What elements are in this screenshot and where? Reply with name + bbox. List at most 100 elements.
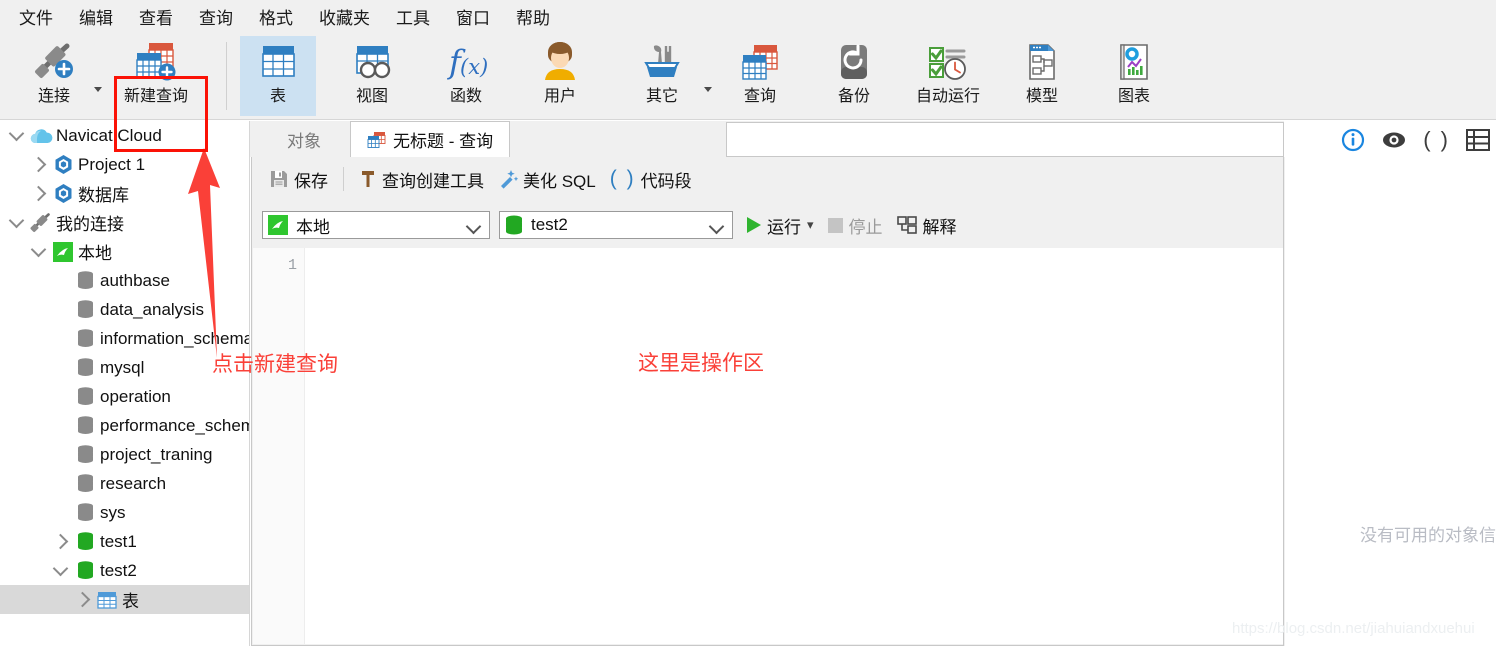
grid-icon[interactable]	[1466, 129, 1490, 151]
ribbon-button-others[interactable]: 其它	[624, 36, 700, 116]
tree-item-label: test2	[98, 561, 137, 581]
query-builder-button[interactable]: 查询创建工具	[352, 164, 491, 195]
tree-item-label: 数据库	[76, 181, 129, 206]
chevron-down-icon[interactable]	[50, 556, 72, 585]
cloud-icon	[28, 127, 54, 145]
stop-button[interactable]: 停止	[828, 213, 883, 238]
menu-edit[interactable]: 编辑	[66, 1, 126, 32]
backup-icon	[834, 38, 874, 86]
play-icon	[747, 217, 761, 233]
ribbon-label-model: 模型	[1026, 88, 1058, 106]
ribbon-button-connection[interactable]: 连接	[16, 36, 92, 116]
tab-query[interactable]: 无标题 - 查询	[350, 121, 510, 157]
ribbon-toolbar: 连接 新建查询 表	[0, 32, 1496, 120]
tree-toggle-spacer	[50, 440, 72, 469]
info-icon[interactable]	[1341, 128, 1365, 152]
chevron-right-icon[interactable]	[50, 527, 72, 556]
chevron-right-icon[interactable]	[28, 179, 50, 208]
ribbon-button-view[interactable]: 视图	[334, 36, 410, 116]
tree-item-label: authbase	[98, 271, 170, 291]
others-icon	[640, 38, 684, 86]
chevron-down-icon[interactable]	[28, 237, 50, 266]
menu-tools[interactable]: 工具	[383, 1, 443, 32]
tree-item-project-traning[interactable]: project_traning	[0, 440, 249, 469]
tree-toggle-spacer	[50, 295, 72, 324]
beautify-wand-icon	[498, 169, 518, 189]
sql-editor[interactable]: 1	[253, 248, 1283, 644]
mysql-icon	[50, 241, 76, 263]
beautify-sql-button[interactable]: 美化 SQL	[491, 164, 603, 195]
tree-item-label: operation	[98, 387, 171, 407]
menu-favorites[interactable]: 收藏夹	[306, 1, 383, 32]
ribbon-button-query[interactable]: 查询	[722, 36, 798, 116]
connection-dropdown-caret[interactable]	[94, 84, 104, 94]
project-icon	[50, 183, 76, 204]
tree-item-[interactable]: 表	[0, 585, 249, 614]
menu-file[interactable]: 文件	[6, 1, 66, 32]
eye-icon[interactable]	[1381, 129, 1407, 151]
others-dropdown-caret[interactable]	[704, 84, 714, 94]
ribbon-label-view: 视图	[356, 88, 388, 106]
chevron-right-icon[interactable]	[72, 585, 94, 614]
ribbon-button-chart[interactable]: 图表	[1096, 36, 1172, 116]
menu-query[interactable]: 查询	[186, 1, 246, 32]
explain-button[interactable]: 解释	[897, 213, 957, 238]
tree-item-test2[interactable]: test2	[0, 556, 249, 585]
tree-item-sys[interactable]: sys	[0, 498, 249, 527]
chevron-down-icon	[466, 219, 482, 235]
ribbon-button-table[interactable]: 表	[240, 36, 316, 116]
tree-item-navicat-cloud[interactable]: Navicat Cloud	[0, 121, 249, 150]
save-button[interactable]: 保存	[262, 164, 335, 195]
database-select[interactable]: test2	[499, 211, 733, 239]
tree-item-label: sys	[98, 503, 126, 523]
ribbon-button-user[interactable]: 用户	[522, 36, 598, 116]
tree-item-label: test1	[98, 532, 137, 552]
tree-item-test1[interactable]: test1	[0, 527, 249, 556]
chevron-right-icon[interactable]	[28, 150, 50, 179]
chevron-down-icon	[709, 219, 725, 235]
tree-item-label: Navicat Cloud	[54, 126, 162, 146]
connection-icon	[28, 213, 54, 233]
ribbon-button-new-query[interactable]: 新建查询	[118, 36, 194, 116]
parentheses-icon[interactable]: ( )	[1423, 127, 1450, 153]
run-dropdown-caret[interactable]: ▾	[807, 217, 814, 233]
ribbon-button-function[interactable]: f (x) 函数	[428, 36, 504, 116]
save-label: 保存	[294, 167, 328, 192]
query-builder-label: 查询创建工具	[382, 167, 484, 192]
tab-query-label: 无标题 - 查询	[393, 127, 493, 152]
connection-icon	[31, 38, 77, 86]
ribbon-button-model[interactable]: 模型	[1004, 36, 1080, 116]
ribbon-label-table: 表	[270, 88, 286, 106]
tab-objects[interactable]: 对象	[258, 121, 350, 157]
menu-window[interactable]: 窗口	[443, 1, 503, 32]
stop-icon	[828, 218, 843, 233]
db-gray-icon	[72, 299, 98, 320]
db-gray-icon	[72, 328, 98, 349]
tree-item-performance-schema[interactable]: performance_schema	[0, 411, 249, 440]
chevron-down-icon[interactable]	[6, 208, 28, 237]
menu-view[interactable]: 查看	[126, 1, 186, 32]
db-gray-icon	[72, 502, 98, 523]
ribbon-button-automation[interactable]: 自动运行	[910, 36, 986, 116]
query-tab-icon	[367, 131, 386, 149]
stop-label: 停止	[849, 213, 883, 238]
table-icon	[257, 38, 299, 86]
ribbon-button-backup[interactable]: 备份	[816, 36, 892, 116]
run-button[interactable]: 运行 ▾	[747, 213, 814, 238]
chevron-down-icon[interactable]	[6, 121, 28, 150]
menu-help[interactable]: 帮助	[503, 1, 563, 32]
editor-code-area[interactable]	[305, 248, 1283, 644]
beautify-sql-label: 美化 SQL	[523, 167, 596, 192]
menu-format[interactable]: 格式	[246, 1, 306, 32]
ribbon-label-function: 函数	[450, 88, 482, 106]
code-snippet-button[interactable]: ( ) 代码段	[603, 164, 699, 195]
ribbon-label-connection: 连接	[38, 88, 70, 106]
tree-item-operation[interactable]: operation	[0, 382, 249, 411]
tree-item-label: 表	[120, 587, 139, 612]
tree-toggle-spacer	[50, 498, 72, 527]
tree-item-label: mysql	[98, 358, 144, 378]
tree-toggle-spacer	[50, 469, 72, 498]
tree-item-research[interactable]: research	[0, 469, 249, 498]
tab-objects-label: 对象	[287, 127, 321, 152]
connection-select[interactable]: 本地	[262, 211, 490, 239]
